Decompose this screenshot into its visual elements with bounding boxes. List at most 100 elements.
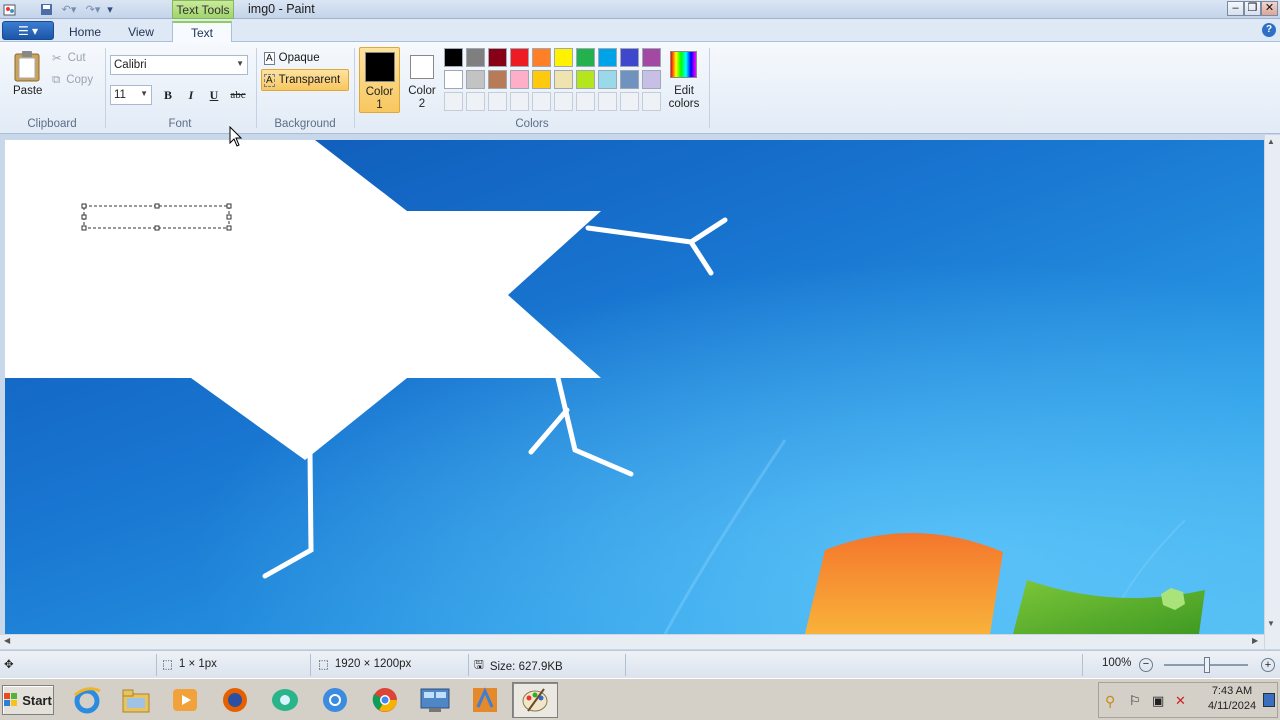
search-icon[interactable]: ⚲: [1105, 693, 1115, 710]
network-icon[interactable]: ▣: [1152, 693, 1164, 709]
palette-custom-slot[interactable]: [488, 92, 507, 111]
scroll-down-icon[interactable]: ▼: [1267, 619, 1275, 628]
chrome-blue-icon[interactable]: [312, 682, 358, 718]
palette-custom-slot[interactable]: [510, 92, 529, 111]
horizontal-scrollbar[interactable]: ◀ ▶: [0, 634, 1264, 649]
palette-custom-slot[interactable]: [532, 92, 551, 111]
separator: [709, 48, 710, 128]
underline-button[interactable]: U: [203, 85, 225, 105]
palette-swatch[interactable]: [466, 70, 485, 89]
font-family-select[interactable]: Calibri ▼: [110, 55, 248, 75]
drawing-canvas[interactable]: [5, 140, 1264, 634]
restore-button[interactable]: ❐: [1244, 1, 1261, 16]
font-family-value: Calibri: [114, 59, 147, 71]
zoom-in-button[interactable]: +: [1261, 658, 1275, 672]
title-bar: ↶▾ ↷▾ ▾ Text Tools img0 - Paint ‒ ❐ ✕: [0, 0, 1280, 19]
scroll-right-icon[interactable]: ▶: [1252, 636, 1258, 645]
file-menu-button[interactable]: ☰ ▾: [2, 21, 54, 40]
palette-custom-slot[interactable]: [444, 92, 463, 111]
palette-swatch[interactable]: [510, 70, 529, 89]
customize-qat-icon[interactable]: ▾: [105, 2, 115, 17]
palette-swatch[interactable]: [532, 70, 551, 89]
selection-size: ⬚ 1 × 1px: [162, 657, 217, 671]
palette-custom-slot[interactable]: [642, 92, 661, 111]
palette-swatch[interactable]: [532, 48, 551, 67]
palette-swatch[interactable]: [488, 48, 507, 67]
firefox-icon[interactable]: [212, 682, 258, 718]
separator: [1082, 654, 1083, 676]
palette-swatch[interactable]: [554, 70, 573, 89]
palette-custom-slot[interactable]: [598, 92, 617, 111]
undo-icon[interactable]: ↶▾: [58, 2, 80, 17]
cut-button[interactable]: ✂ Cut: [52, 50, 86, 66]
disk-icon: 🖫: [474, 659, 484, 671]
media-player-icon[interactable]: [162, 682, 208, 718]
palette-swatch[interactable]: [620, 48, 639, 67]
palette-swatch[interactable]: [444, 48, 463, 67]
palette-swatch[interactable]: [598, 48, 617, 67]
color2-button[interactable]: Color 2: [402, 47, 442, 113]
palette-swatch[interactable]: [444, 70, 463, 89]
file-explorer-icon[interactable]: [113, 682, 159, 718]
image-size-icon: ⬚: [318, 659, 329, 671]
palette-swatch[interactable]: [642, 48, 661, 67]
font-size-select[interactable]: 11 ▼: [110, 85, 152, 105]
transparent-button[interactable]: A Transparent: [261, 69, 349, 91]
help-icon[interactable]: ?: [1262, 23, 1276, 37]
separator: [156, 654, 157, 676]
paste-button[interactable]: Paste: [8, 48, 46, 100]
save-icon[interactable]: [38, 2, 54, 17]
zoom-slider-thumb[interactable]: [1204, 657, 1210, 673]
copy-button[interactable]: ⧉ Copy: [52, 72, 93, 88]
color2-swatch: [410, 55, 434, 79]
start-label: Start: [22, 692, 52, 708]
clock-date: 4/11/2024: [1207, 700, 1257, 712]
palette-custom-slot[interactable]: [554, 92, 573, 111]
media-center-icon[interactable]: [462, 682, 508, 718]
copy-label: Copy: [66, 74, 94, 86]
palette-swatch[interactable]: [620, 70, 639, 89]
palette-swatch[interactable]: [510, 48, 529, 67]
palette-swatch[interactable]: [466, 48, 485, 67]
close-button[interactable]: ✕: [1261, 1, 1278, 16]
flag-icon[interactable]: ⚐: [1129, 693, 1141, 709]
vertical-scrollbar[interactable]: ▲ ▼: [1264, 135, 1280, 649]
palette-custom-slot[interactable]: [576, 92, 595, 111]
clipboard-group-label: Clipboard: [27, 118, 77, 130]
bold-button[interactable]: B: [157, 85, 179, 105]
tab-view[interactable]: View: [116, 21, 166, 42]
palette-custom-slot[interactable]: [466, 92, 485, 111]
paste-label: Paste: [13, 85, 43, 97]
scroll-left-icon[interactable]: ◀: [4, 636, 10, 645]
redo-icon[interactable]: ↷▾: [82, 2, 104, 17]
internet-explorer-icon[interactable]: [64, 682, 110, 718]
palette-swatch[interactable]: [488, 70, 507, 89]
palette-swatch[interactable]: [576, 70, 595, 89]
chrome-icon[interactable]: [362, 682, 408, 718]
edit-colors-button[interactable]: Edit colors: [666, 48, 702, 114]
paint-app-icon[interactable]: [2, 2, 18, 17]
tab-home[interactable]: Home: [60, 21, 110, 42]
start-button[interactable]: Start: [2, 685, 54, 715]
strikethrough-button[interactable]: abc: [226, 85, 250, 105]
opaque-button[interactable]: A Opaque: [262, 48, 348, 68]
rainbow-icon: [670, 51, 697, 78]
color1-button[interactable]: Color 1: [359, 47, 400, 113]
paint-taskbar-icon[interactable]: [512, 682, 558, 718]
zoom-out-button[interactable]: −: [1139, 658, 1153, 672]
palette-swatch[interactable]: [554, 48, 573, 67]
scroll-up-icon[interactable]: ▲: [1267, 137, 1275, 146]
clock[interactable]: 7:43 AM 4/11/2024: [1200, 684, 1264, 714]
tab-text[interactable]: Text: [172, 21, 232, 43]
palette-swatch[interactable]: [642, 70, 661, 89]
volume-muted-icon[interactable]: ✕: [1175, 693, 1186, 709]
italic-button[interactable]: I: [180, 85, 202, 105]
control-panel-icon[interactable]: [412, 682, 458, 718]
separator: [105, 48, 106, 128]
palette-custom-slot[interactable]: [620, 92, 639, 111]
show-desktop-icon[interactable]: [1263, 693, 1275, 707]
palette-swatch[interactable]: [598, 70, 617, 89]
messenger-icon[interactable]: [262, 682, 308, 718]
minimize-button[interactable]: ‒: [1227, 1, 1244, 16]
palette-swatch[interactable]: [576, 48, 595, 67]
